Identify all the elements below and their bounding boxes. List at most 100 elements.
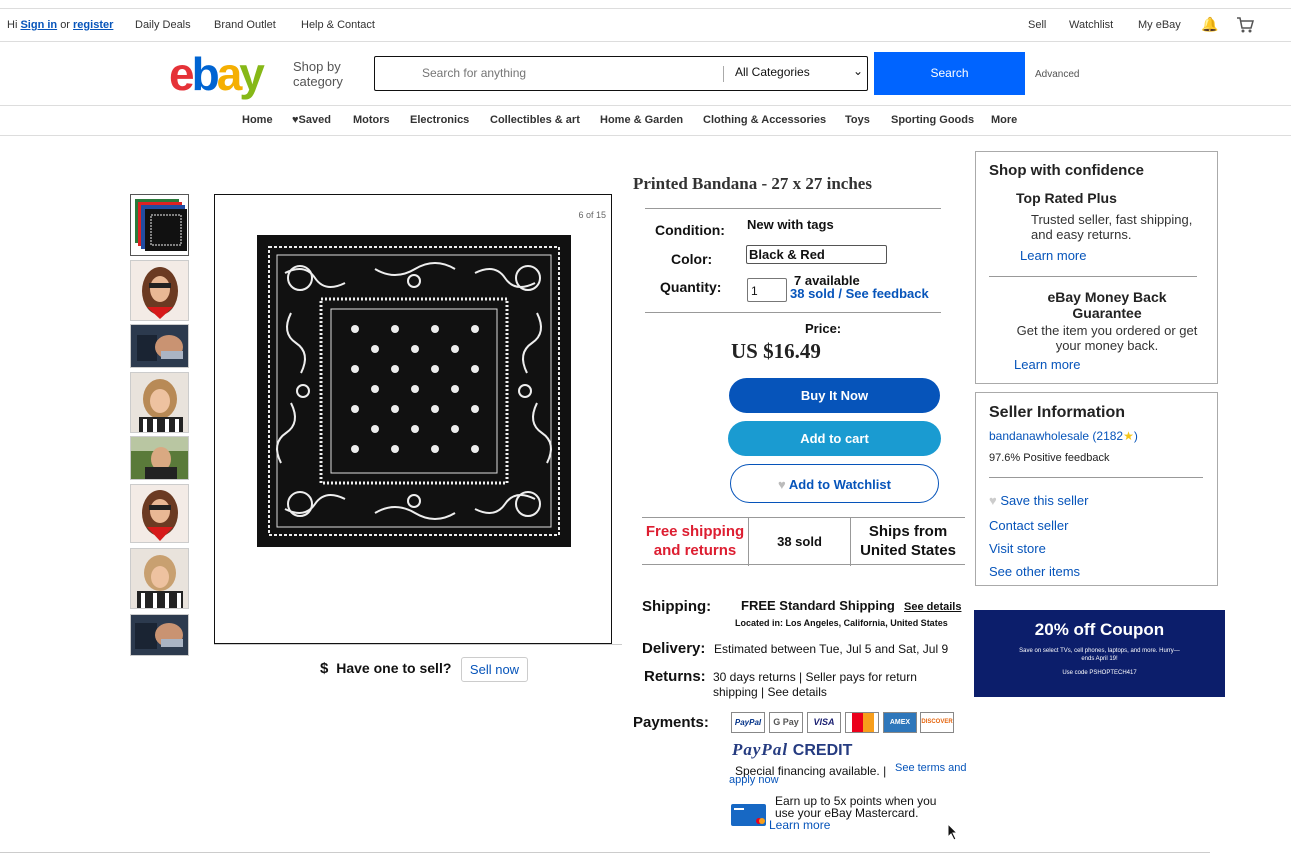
sign-in-link[interactable]: Sign in <box>20 19 57 31</box>
ad-body: Save on select TVs, cell phones, laptops… <box>1019 648 1180 662</box>
item-location: Located in: Los Angeles, California, Uni… <box>735 618 948 628</box>
ebay-mastercard-icon <box>731 804 766 826</box>
main-product-image[interactable]: 6 of 15 <box>214 194 612 644</box>
nav-home-garden[interactable]: Home & Garden <box>600 114 683 126</box>
sold-feedback-link[interactable]: 38 sold / See feedback <box>790 286 929 301</box>
bandana-image <box>257 235 571 547</box>
delivery-value: Estimated between Tue, Jul 5 and Sat, Ju… <box>714 642 949 656</box>
money-back-title: eBay Money Back Guarantee <box>1047 289 1167 321</box>
paypal-icon: PayPal <box>731 712 765 733</box>
paypal-credit-logo: PayPal CREDIT <box>732 740 852 760</box>
condition-label: Condition: <box>655 222 725 238</box>
mastercard-learn-more-link[interactable]: Learn more <box>769 818 830 832</box>
mouse-cursor-icon <box>947 823 959 841</box>
nav-motors[interactable]: Motors <box>353 114 390 126</box>
category-select[interactable]: All Categories <box>735 65 810 79</box>
nav-electronics[interactable]: Electronics <box>410 114 469 126</box>
thumbnail[interactable] <box>130 484 189 543</box>
watchlist-link[interactable]: Watchlist <box>1069 19 1113 31</box>
chevron-down-icon: ⌄ <box>852 64 863 78</box>
nav-more[interactable]: More <box>991 114 1017 126</box>
gallery-divider <box>214 644 622 645</box>
notification-bell-icon[interactable]: 🔔 <box>1201 16 1218 33</box>
visit-store-link[interactable]: Visit store <box>989 541 1046 556</box>
ships-from-highlight: Ships from United States <box>860 523 956 559</box>
thumbnail[interactable] <box>130 372 189 433</box>
thumbnail[interactable] <box>130 548 189 609</box>
advanced-search-link[interactable]: Advanced <box>1035 69 1079 80</box>
save-seller-link[interactable]: ♥ Save this seller <box>989 493 1089 508</box>
header: ebay Shop by category All Categories ⌄ S… <box>0 42 1291 106</box>
highlights-row: Free shipping and returns 38 sold Ships … <box>642 517 965 566</box>
shop-with-confidence-panel: Shop with confidence Top Rated Plus Trus… <box>975 151 1218 384</box>
search-button[interactable]: Search <box>874 52 1025 95</box>
returns-value: 30 days returns | Seller pays for return… <box>713 670 917 699</box>
mastercard-icon: MC <box>845 712 879 733</box>
thumbnail[interactable] <box>130 194 189 256</box>
top-rated-plus-desc: Trusted seller, fast shipping, and easy … <box>1031 212 1193 242</box>
seller-name[interactable]: bandanawholesale (2182★) <box>989 429 1138 443</box>
condition-value: New with tags <box>747 217 834 232</box>
cart-icon[interactable] <box>1236 17 1254 33</box>
sell-now-button[interactable]: Sell now <box>461 657 528 682</box>
divider <box>645 208 941 209</box>
divider <box>645 312 941 313</box>
confidence-title: Shop with confidence <box>989 162 1145 179</box>
add-to-cart-button[interactable]: Add to cart <box>728 421 941 456</box>
search-input[interactable] <box>375 57 723 89</box>
ebay-logo[interactable]: ebay <box>169 50 265 98</box>
delivery-label: Delivery: <box>642 640 706 657</box>
add-watchlist-label: Add to Watchlist <box>788 477 891 492</box>
contact-seller-link[interactable]: Contact seller <box>989 518 1068 533</box>
or-text: or <box>60 19 70 31</box>
quantity-label: Quantity: <box>660 279 722 295</box>
amex-icon: AMEX <box>883 712 917 733</box>
thumbnail[interactable] <box>130 324 189 368</box>
free-shipping-highlight: Free shipping and returns <box>645 523 745 559</box>
nav-toys[interactable]: Toys <box>845 114 870 126</box>
see-terms-link[interactable]: See terms and apply now <box>729 762 974 786</box>
add-to-watchlist-button[interactable]: ♥ Add to Watchlist <box>730 464 939 503</box>
seller-name-link[interactable]: bandanawholesale (2182 <box>989 429 1123 443</box>
ad-headline: 20% off Coupon <box>1034 620 1165 639</box>
nav-collectibles[interactable]: Collectibles & art <box>490 114 580 126</box>
shipping-value: FREE Standard Shipping <box>741 598 895 613</box>
help-contact-link[interactable]: Help & Contact <box>301 19 375 31</box>
shop-by-category-button[interactable]: Shop by category <box>293 59 363 89</box>
nav-home[interactable]: Home <box>242 114 273 126</box>
paypal-credit-a: PayPal <box>732 740 789 759</box>
brand-outlet-link[interactable]: Brand Outlet <box>214 19 276 31</box>
my-ebay-link[interactable]: My eBay <box>1138 19 1181 31</box>
nav-saved[interactable]: ♥Saved <box>292 114 331 126</box>
seller-name-close: ) <box>1133 429 1138 443</box>
item-title: Printed Bandana - 27 x 27 inches <box>633 174 872 193</box>
sell-link[interactable]: Sell <box>1028 19 1046 31</box>
seller-info-panel: Seller Information bandanawholesale (218… <box>975 392 1218 586</box>
thumbnail[interactable] <box>130 436 189 480</box>
nav-sporting-goods[interactable]: Sporting Goods <box>891 114 974 126</box>
register-link[interactable]: register <box>73 19 113 31</box>
payments-label: Payments: <box>633 714 709 731</box>
daily-deals-link[interactable]: Daily Deals <box>135 19 191 31</box>
heart-icon: ♥ <box>989 493 1001 508</box>
top-rated-learn-more-link[interactable]: Learn more <box>1020 248 1086 263</box>
seller-info-title: Seller Information <box>989 404 1126 421</box>
see-other-items-link[interactable]: See other items <box>989 564 1080 579</box>
top-bar: Hi Sign in or register Daily Deals Brand… <box>0 8 1291 42</box>
image-counter: 6 of 15 <box>578 210 606 220</box>
have-one-to-sell: $ Have one to sell? <box>320 660 451 677</box>
money-back-desc: Get the item you ordered or get your mon… <box>1016 323 1198 353</box>
greeting: Hi Sign in or register <box>7 19 113 31</box>
money-back-learn-more-link[interactable]: Learn more <box>1014 357 1080 372</box>
positive-feedback: 97.6% Positive feedback <box>989 452 1110 464</box>
nav-clothing[interactable]: Clothing & Accessories <box>703 114 826 126</box>
buy-it-now-button[interactable]: Buy It Now <box>729 378 940 413</box>
quantity-input[interactable]: 1 <box>747 278 787 302</box>
color-select[interactable]: Black & Red <box>746 245 887 264</box>
color-label: Color: <box>671 251 713 267</box>
thumbnail[interactable] <box>130 614 189 656</box>
see-details-link[interactable]: See details <box>904 601 961 613</box>
coupon-ad[interactable]: 20% off Coupon Save on select TVs, cell … <box>974 610 1225 697</box>
thumbnail[interactable] <box>130 260 189 321</box>
mastercard-offer: Earn up to 5x points when you use your e… <box>775 794 937 820</box>
